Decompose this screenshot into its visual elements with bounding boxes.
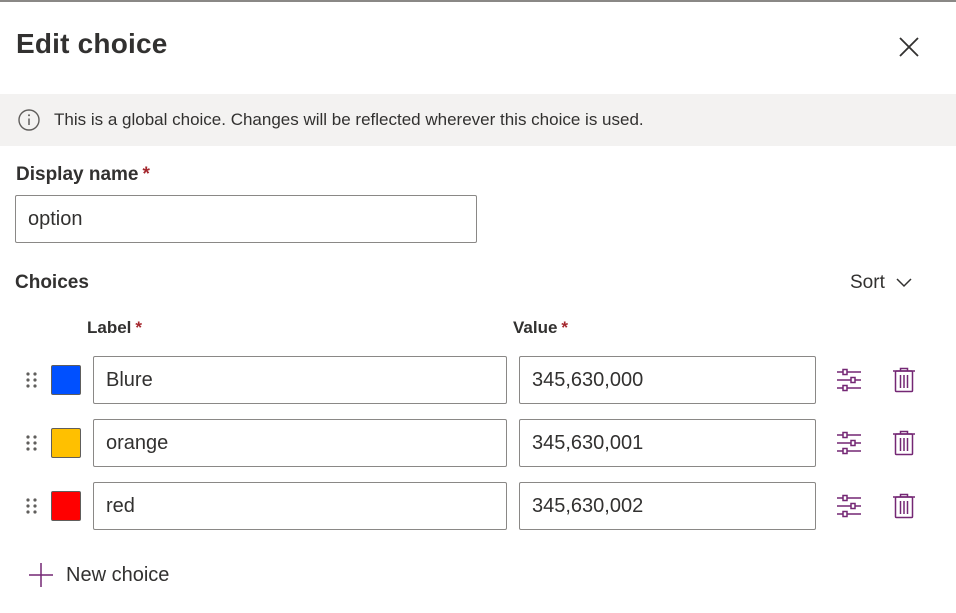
required-indicator: *	[135, 318, 143, 337]
sort-dropdown[interactable]: Sort	[850, 272, 913, 294]
choices-section-title: Choices	[15, 272, 89, 293]
settings-sliders-icon	[837, 494, 861, 518]
sort-label: Sort	[850, 272, 885, 293]
trash-icon	[893, 367, 915, 393]
trash-icon	[893, 493, 915, 519]
choice-color-swatch[interactable]	[51, 365, 81, 395]
chevron-down-icon	[896, 278, 912, 288]
required-indicator: *	[561, 318, 569, 337]
choice-value-input[interactable]	[519, 482, 816, 530]
display-name-label: Display name *	[16, 164, 150, 186]
choice-settings-button[interactable]	[836, 493, 862, 519]
settings-sliders-icon	[837, 431, 861, 455]
trash-icon	[893, 430, 915, 456]
close-icon	[899, 37, 919, 57]
label-column-header: Label *	[87, 318, 142, 338]
choice-value-input[interactable]	[519, 419, 816, 467]
delete-choice-button[interactable]	[891, 430, 917, 456]
info-icon	[18, 109, 40, 131]
banner-message: This is a global choice. Changes will be…	[54, 110, 644, 129]
choice-label-input[interactable]	[93, 482, 507, 530]
new-choice-button[interactable]: New choice	[28, 562, 169, 588]
settings-sliders-icon	[837, 368, 861, 392]
drag-handle-icon[interactable]	[25, 497, 39, 515]
value-column-header-text: Value	[513, 318, 558, 337]
label-column-header-text: Label	[87, 318, 132, 337]
choice-settings-button[interactable]	[836, 430, 862, 456]
panel-title: Edit choice	[16, 28, 168, 59]
choice-color-swatch[interactable]	[51, 491, 81, 521]
choice-label-input[interactable]	[93, 419, 507, 467]
new-choice-label: New choice	[66, 563, 170, 586]
choice-value-input[interactable]	[519, 356, 816, 404]
display-name-label-text: Display name	[16, 164, 139, 185]
close-button[interactable]	[894, 32, 924, 62]
delete-choice-button[interactable]	[891, 493, 917, 519]
delete-choice-button[interactable]	[891, 367, 917, 393]
required-indicator: *	[142, 164, 150, 185]
choice-row	[0, 482, 956, 530]
drag-handle-icon[interactable]	[25, 371, 39, 389]
value-column-header: Value *	[513, 318, 568, 338]
choice-settings-button[interactable]	[836, 367, 862, 393]
global-choice-banner: This is a global choice. Changes will be…	[0, 94, 956, 146]
choice-color-swatch[interactable]	[51, 428, 81, 458]
choice-row	[0, 419, 956, 467]
top-divider	[0, 0, 956, 2]
plus-icon	[29, 563, 53, 587]
display-name-input[interactable]	[15, 195, 477, 243]
drag-handle-icon[interactable]	[25, 434, 39, 452]
choice-row	[0, 356, 956, 404]
choice-label-input[interactable]	[93, 356, 507, 404]
